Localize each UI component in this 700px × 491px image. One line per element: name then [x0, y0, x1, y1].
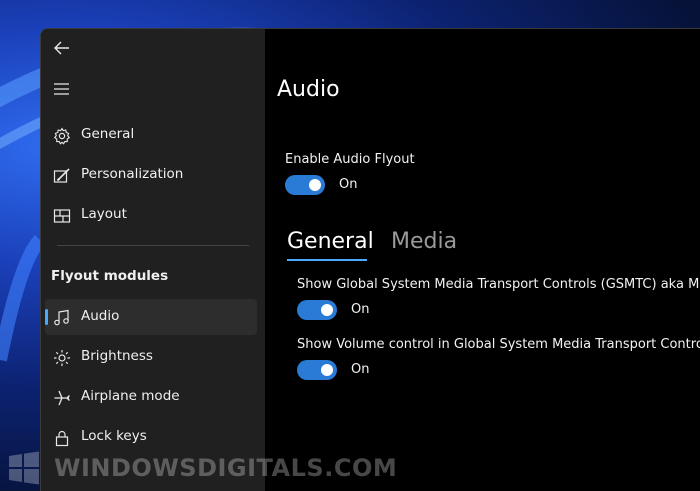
sidebar-item-audio[interactable]: Audio — [45, 299, 257, 335]
airplane-icon — [53, 389, 71, 411]
sidebar-item-brightness[interactable]: Brightness — [45, 339, 257, 375]
toggle-knob — [321, 304, 333, 316]
sidebar-item-label: Lock keys — [81, 428, 147, 444]
tab-general[interactable]: General — [287, 229, 374, 254]
toggle-state-text: On — [339, 177, 358, 192]
watermark: WINDOWSDIGITALS.COM — [4, 448, 397, 490]
gsmtc-setting-label: Show Global System Media Transport Contr… — [297, 277, 700, 292]
enable-audio-flyout-toggle[interactable] — [285, 175, 325, 195]
watermark-text: WINDOWSDIGITALS.COM — [54, 454, 398, 482]
gear-icon — [53, 127, 71, 149]
hamburger-menu-icon[interactable] — [53, 81, 71, 100]
sidebar-item-personalization[interactable]: Personalization — [45, 157, 257, 193]
active-tab-indicator — [287, 259, 367, 261]
app-window: General Personalization Layout Flyout mo… — [40, 28, 700, 491]
page-title: Audio — [277, 77, 340, 102]
volume-control-setting-label: Show Volume control in Global System Med… — [297, 337, 700, 352]
content-pane: Audio Enable Audio Flyout On General Med… — [265, 29, 700, 491]
toggle-state-text: On — [351, 302, 370, 317]
gsmtc-toggle[interactable] — [297, 300, 337, 320]
windows-logo-icon — [6, 450, 42, 490]
enable-audio-flyout-label: Enable Audio Flyout — [285, 152, 415, 167]
sidebar-item-layout[interactable]: Layout — [45, 197, 257, 233]
toggle-state-text: On — [351, 362, 370, 377]
sidebar-item-label: Brightness — [81, 348, 153, 364]
personalization-icon — [53, 167, 71, 189]
sidebar-item-label: Personalization — [81, 166, 184, 182]
sidebar-item-general[interactable]: General — [45, 117, 257, 153]
brightness-icon — [53, 349, 71, 371]
sidebar-divider — [57, 245, 249, 246]
sidebar-item-label: Layout — [81, 206, 127, 222]
tab-media[interactable]: Media — [391, 229, 457, 254]
back-arrow-icon[interactable] — [53, 39, 71, 61]
toggle-knob — [321, 364, 333, 376]
volume-control-toggle[interactable] — [297, 360, 337, 380]
section-header-flyout-modules: Flyout modules — [51, 268, 169, 284]
sidebar-item-label: General — [81, 126, 135, 142]
sidebar-item-airplane-mode[interactable]: Airplane mode — [45, 379, 257, 415]
selection-indicator — [45, 309, 48, 325]
music-note-icon — [53, 309, 71, 331]
sidebar-item-label: Airplane mode — [81, 388, 180, 404]
layout-icon — [53, 207, 71, 229]
sidebar-item-label: Audio — [81, 308, 120, 324]
toggle-knob — [309, 179, 321, 191]
sidebar: General Personalization Layout Flyout mo… — [41, 29, 265, 491]
